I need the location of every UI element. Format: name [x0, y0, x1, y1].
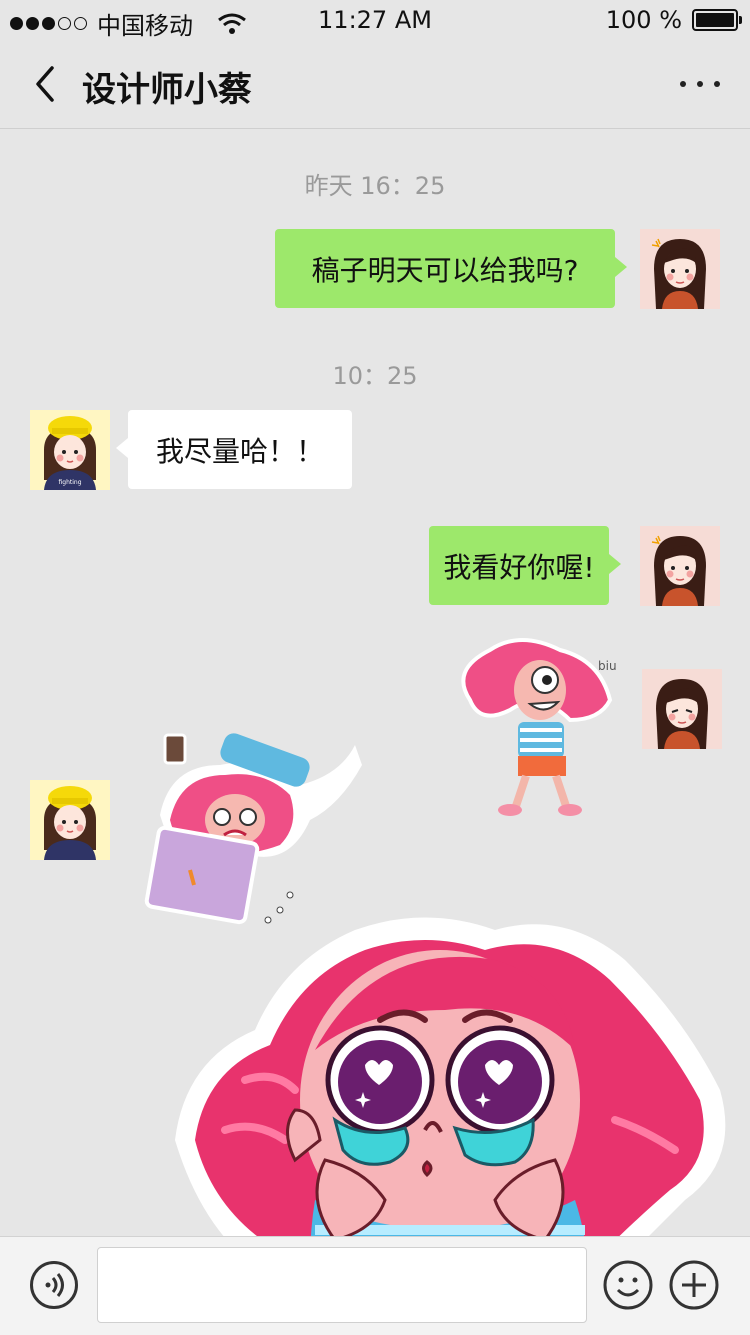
back-icon[interactable] — [30, 62, 70, 106]
chat-header: 设计师小蔡 — [0, 42, 750, 129]
message-bubble[interactable]: 稿子明天可以给我吗? — [275, 229, 627, 308]
emoji-icon[interactable] — [602, 1259, 654, 1311]
timestamp: 10：25 — [332, 362, 418, 390]
contact-avatar[interactable] — [30, 780, 110, 860]
status-bar: 中国移动 11:27 AM 100 % — [0, 0, 750, 42]
input-bar — [0, 1236, 750, 1335]
contact-avatar[interactable]: fighting — [30, 410, 110, 490]
timestamp: 昨天 16：25 — [304, 172, 446, 200]
voice-icon[interactable] — [30, 1261, 78, 1309]
message-bubble[interactable]: 我看好你喔! — [429, 526, 621, 605]
my-avatar[interactable] — [642, 669, 722, 749]
shirt-text: fighting — [58, 479, 81, 486]
chat-title: 设计师小蔡 — [82, 70, 252, 110]
battery-icon — [692, 9, 742, 31]
sticker-caption: biu ♪ biu — [598, 659, 620, 673]
more-icon[interactable] — [680, 64, 720, 104]
battery-info: 100 % — [605, 6, 742, 34]
my-avatar[interactable] — [640, 229, 720, 309]
message-bubble[interactable]: 我尽量哈！！ — [116, 410, 352, 489]
laughing-sticker[interactable]: biu ♪ biu — [450, 630, 620, 820]
my-avatar[interactable] — [640, 526, 720, 606]
plus-icon[interactable] — [668, 1259, 720, 1311]
message-input[interactable] — [97, 1247, 587, 1323]
battery-percent: 100 % — [605, 6, 682, 34]
